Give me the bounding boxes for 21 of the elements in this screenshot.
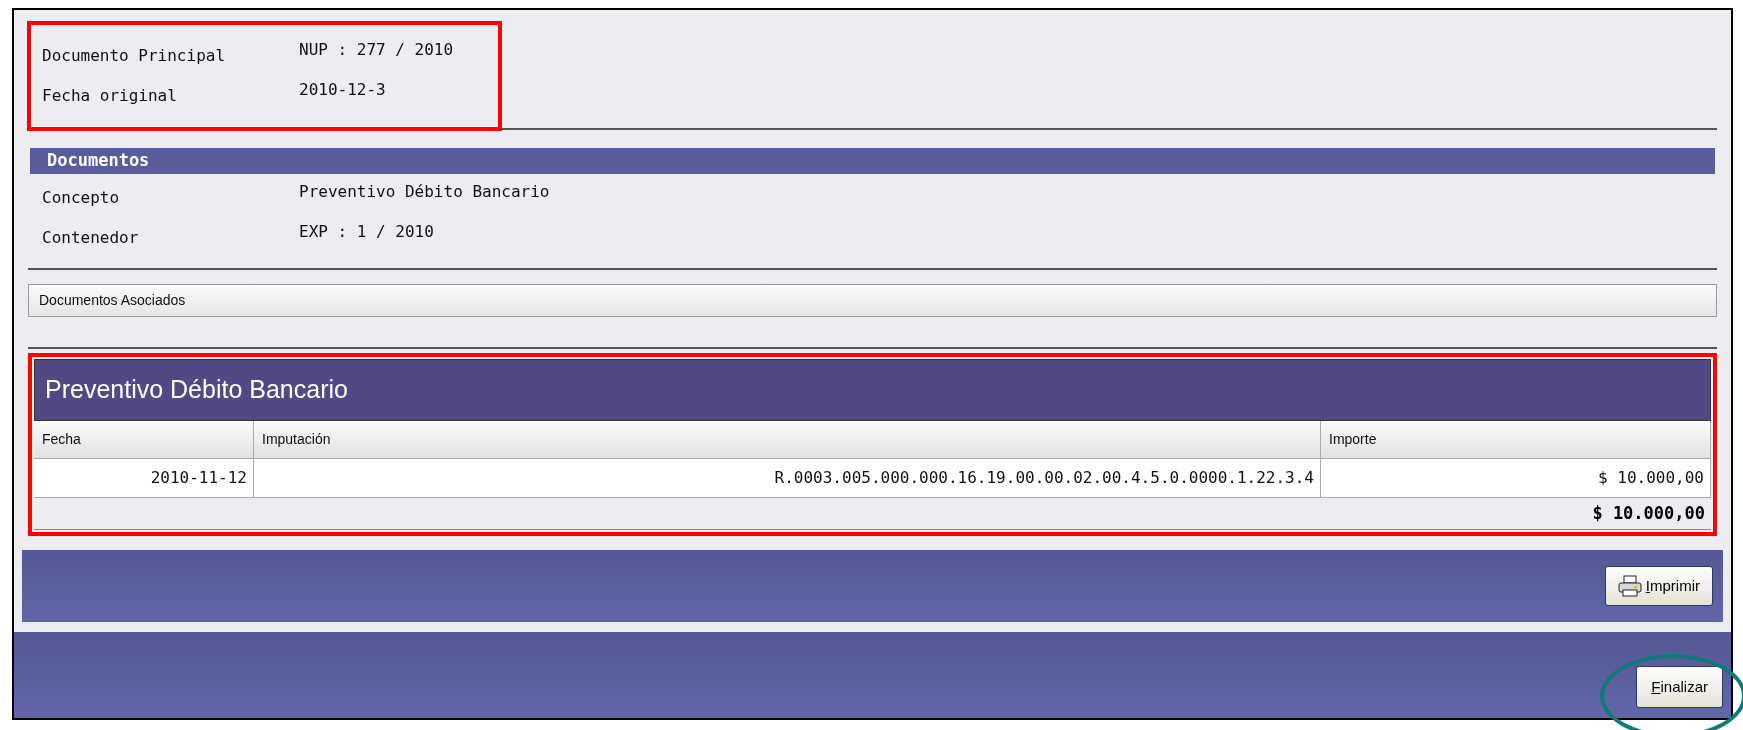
field-value: 2010-12-3 — [299, 79, 386, 101]
table-cell: $ 10.000,00 — [1321, 459, 1711, 498]
column-header: Imputación — [254, 421, 1321, 459]
associated-documents-bar[interactable]: Documentos Asociados — [28, 284, 1717, 317]
field-label: Contenedor — [42, 227, 140, 249]
field-value: NUP : 277 / 2010 — [299, 39, 454, 61]
table-cell: 2010-11-12 — [34, 459, 254, 498]
section-title: Documentos — [47, 149, 150, 173]
field-label: Concepto — [42, 187, 121, 209]
field-label: Documento Principal — [42, 45, 227, 67]
finish-button[interactable]: Finalizar — [1636, 666, 1723, 708]
column-header: Fecha — [34, 421, 254, 459]
print-button[interactable]: Imprimir — [1604, 566, 1713, 606]
total-cell: $ 10.000,00 — [1321, 498, 1711, 530]
column-header: Importe — [1321, 421, 1711, 459]
printer-icon — [1617, 575, 1642, 597]
table-cell: R.0003.005.000.000.16.19.00.00.02.00.4.5.0.0000.1.22.3.4 — [254, 459, 1321, 498]
table-title: Preventivo Débito Bancario — [45, 374, 348, 406]
field-label: Fecha original — [42, 85, 178, 107]
field-value: Preventivo Débito Bancario — [299, 181, 550, 203]
field-value: EXP : 1 / 2010 — [299, 221, 434, 243]
